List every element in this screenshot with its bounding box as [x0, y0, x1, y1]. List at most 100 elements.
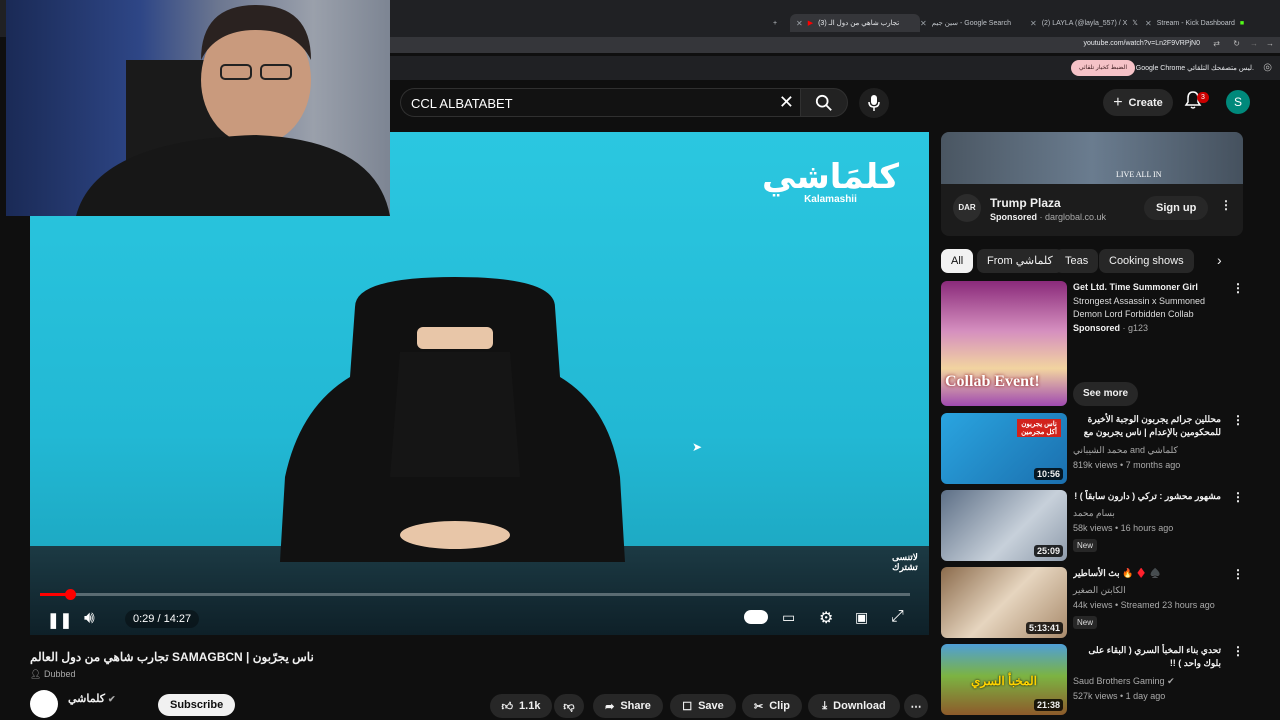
reload-icon[interactable]: ↻	[1233, 39, 1240, 48]
translate-icon[interactable]: ⇄	[1213, 39, 1220, 48]
set-default-button[interactable]: الضبط كخيار تلقائي	[1071, 60, 1135, 76]
volume-icon[interactable]: 🔊︎	[84, 608, 95, 628]
url-text[interactable]: youtube.com/watch?v=Ln2F9VRPjN0	[1083, 40, 1200, 47]
chevron-right-icon[interactable]: ›	[1217, 252, 1222, 268]
rec-title: تحدي بناء المخبأ السري ( البقاء على بلوك…	[1088, 645, 1221, 668]
list-item[interactable]: ناس يجربون أكل مجرمين 10:56 محللين جرائم…	[941, 413, 1244, 484]
chip-all[interactable]: All	[941, 249, 974, 273]
kebab-menu-icon[interactable]: ⋮	[1220, 198, 1232, 212]
share-button[interactable]: ➦ Share	[593, 694, 663, 718]
video-thumbnail[interactable]: Collab Event!	[941, 281, 1067, 406]
duration-badge: 10:56	[1033, 468, 1063, 480]
close-icon[interactable]: ✕	[796, 19, 803, 28]
settings-gear-icon[interactable]: ⚙	[819, 608, 833, 628]
miniplayer-icon[interactable]: ▣	[855, 609, 868, 626]
video-thumbnail[interactable]: المخبأ السري 21:38	[941, 644, 1067, 715]
video-thumbnail[interactable]: 25:09	[941, 490, 1067, 561]
default-browser-infobar: الضبط كخيار تلقائي Google Chrome ليس متص…	[390, 56, 1280, 80]
tab-label: (3) تجارب شاهي من دول الـ	[818, 20, 900, 27]
save-button[interactable]: ☐ Save	[670, 694, 736, 718]
kick-favicon-icon: ■	[1239, 19, 1245, 27]
autoplay-toggle[interactable]	[744, 610, 768, 624]
sponsored-label: Sponsored	[990, 212, 1038, 222]
kebab-menu-icon[interactable]: ⋮	[1232, 567, 1244, 581]
close-icon[interactable]: ✕	[1030, 19, 1037, 28]
back-icon[interactable]: →	[1266, 39, 1274, 48]
close-icon[interactable]: ✕	[1145, 19, 1152, 28]
kebab-menu-icon[interactable]: ⋮	[1232, 644, 1244, 658]
list-item[interactable]: 25:09 مشهور محشور : تركي ( دارون سابقاً …	[941, 490, 1244, 561]
streamer-figure	[76, 5, 390, 216]
video-frame-person	[280, 277, 625, 562]
new-tab-button[interactable]: +	[773, 14, 777, 32]
recommendation-chips: All From كلماشي Teas Cooking shows ›	[941, 249, 1241, 273]
channel-name[interactable]: كلماشي ✔	[68, 692, 116, 705]
tab-x[interactable]: ✕ (2) LAYLA (@layla_557) / X 𝕏	[1030, 14, 1140, 32]
sidebar-ad-card[interactable]: LIVE ALL IN DAR Trump Plaza Sponsored · …	[941, 132, 1243, 236]
close-icon[interactable]: ✕	[920, 19, 927, 28]
infobar-message: Google Chrome ليس متصفحك التلقائي.	[1135, 65, 1254, 72]
duration-badge: 5:13:41	[1025, 622, 1063, 634]
list-item[interactable]: Collab Event! Get Ltd. Time Summoner Gir…	[941, 281, 1244, 406]
rec-title: مشهور محشور : تركي ( دارون سابقاً ) !	[1074, 491, 1221, 501]
scrubber-handle[interactable]	[64, 589, 76, 600]
rec-channel: بسام محمد	[1073, 508, 1115, 518]
tab-kick[interactable]: ✕ Stream - Kick Dashboard ■	[1145, 14, 1260, 32]
subscribe-watermark: لاتنسى تشترك	[892, 552, 918, 572]
tab-youtube[interactable]: ✕ ▶ (3) تجارب شاهي من دول الـ	[790, 14, 920, 32]
scissors-icon: ✂	[754, 700, 764, 713]
kebab-menu-icon[interactable]: ⋮	[1232, 281, 1244, 295]
new-badge: New	[1073, 616, 1098, 629]
kebab-menu-icon[interactable]: ⋮	[1232, 413, 1244, 427]
clip-button[interactable]: ✂ Clip	[742, 694, 802, 718]
rec-meta: 58k views • 16 hours ago	[1073, 523, 1174, 533]
thumbs-down-icon: 👎︎	[563, 700, 575, 713]
new-badge: New	[1073, 539, 1098, 552]
tab-label: (2) LAYLA (@layla_557) / X	[1041, 19, 1128, 27]
search-button[interactable]	[800, 88, 848, 117]
create-button[interactable]: + Create	[1103, 89, 1173, 116]
progress-bar[interactable]	[40, 589, 910, 600]
tab-label: سين جيم - Google Search	[931, 20, 1011, 27]
account-avatar[interactable]: S	[1226, 90, 1250, 114]
voice-search-button[interactable]	[859, 88, 889, 118]
dislike-button[interactable]: 👎︎	[554, 694, 584, 718]
video-title: ناس يجرّبون | SAMAGBCN تجارب شاهي من دول…	[30, 650, 314, 664]
see-more-button[interactable]: See more	[1073, 382, 1139, 406]
duration-badge: 25:09	[1033, 545, 1063, 557]
plus-icon: +	[1113, 93, 1123, 111]
ad-signup-button[interactable]: Sign up	[1144, 196, 1209, 220]
rec-channel: محمد الشيباني and كلماشي	[1073, 445, 1178, 455]
clear-icon[interactable]: ✕	[779, 92, 794, 113]
fullscreen-icon[interactable]: ⤢	[891, 608, 904, 626]
subscribe-button[interactable]: Subscribe	[158, 694, 236, 716]
like-button[interactable]: 👍︎ 1.1k	[490, 694, 552, 718]
search-query[interactable]: CCL ALBATABET	[411, 96, 513, 111]
chip-from-channel[interactable]: From كلماشي	[977, 249, 1063, 273]
more-actions-button[interactable]: ⋯	[904, 694, 928, 718]
chip-cooking-shows[interactable]: Cooking shows	[1099, 249, 1194, 273]
list-item[interactable]: 5:13:41 بث الأساطير 🔥 ♦️ ♠️ الكابتن الصغ…	[941, 567, 1244, 638]
advertiser-logo: DAR	[953, 194, 981, 222]
chip-teas[interactable]: Teas	[1055, 249, 1099, 273]
channel-avatar[interactable]	[30, 690, 58, 718]
webcam-overlay	[6, 0, 390, 216]
video-thumbnail[interactable]: 5:13:41	[941, 567, 1067, 638]
ad-banner-image: LIVE ALL IN	[941, 132, 1243, 184]
address-bar[interactable]: youtube.com/watch?v=Ln2F9VRPjN0 ⇄ ↻ → →	[390, 37, 1280, 53]
mouse-cursor-icon: ➤	[692, 440, 703, 454]
rec-meta: 44k views • Streamed 23 hours ago	[1073, 600, 1215, 610]
tab-google[interactable]: ✕ سين جيم - Google Search	[920, 14, 1025, 32]
download-button[interactable]: ⤓ Download	[808, 694, 900, 718]
pause-icon[interactable]: ❚❚	[47, 611, 72, 629]
list-item[interactable]: المخبأ السري 21:38 تحدي بناء المخبأ السر…	[941, 644, 1244, 715]
like-count: 1.1k	[519, 700, 541, 712]
kebab-menu-icon[interactable]: ⋮	[1232, 490, 1244, 504]
more-horizontal-icon: ⋯	[910, 700, 922, 713]
video-thumbnail[interactable]: ناس يجربون أكل مجرمين 10:56	[941, 413, 1067, 484]
search-input[interactable]: CCL ALBATABET ✕	[400, 88, 800, 117]
captions-icon[interactable]: ▭	[782, 609, 795, 626]
forward-icon[interactable]: →	[1250, 39, 1258, 48]
tab-label: Stream - Kick Dashboard	[1156, 19, 1235, 27]
duration-badge: 21:38	[1033, 699, 1063, 711]
